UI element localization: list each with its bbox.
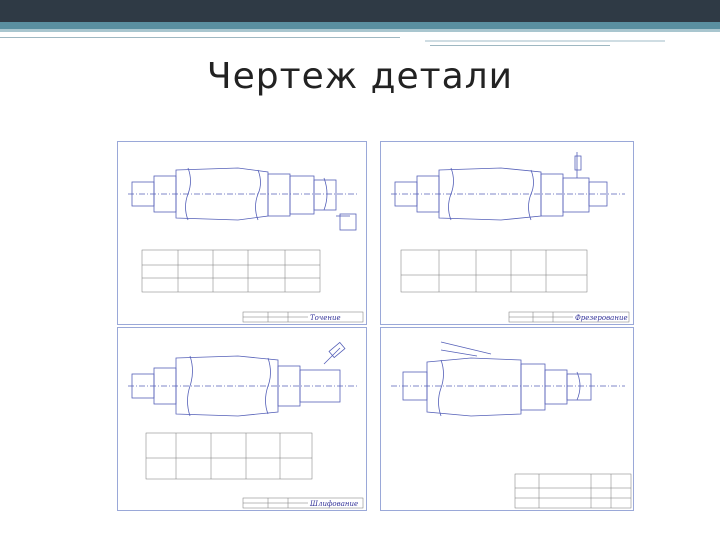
header-rule <box>430 45 610 46</box>
slide-title: Чертеж детали <box>206 56 514 97</box>
drawing-sheet-top-left: Точение <box>117 141 367 325</box>
header-stripe <box>0 22 720 29</box>
drawing-sheet-bottom-left: Шлифование <box>117 327 367 511</box>
drawing-canvas: Фрезерование <box>391 152 630 323</box>
drawing-canvas: Точение <box>128 167 364 323</box>
sheet-stamp: Точение <box>310 314 341 322</box>
sheet-stamp: Фрезерование <box>575 314 628 322</box>
sheet-stamp: Шлифование <box>309 500 358 508</box>
header-stripe-light <box>0 29 720 32</box>
drawing-sheet-top-right: Фрезерование <box>380 141 634 325</box>
drawing-canvas: Шлифование <box>128 341 364 509</box>
header-bar <box>0 0 720 22</box>
drawing-sheet-bottom-right <box>380 327 634 511</box>
drawing-canvas <box>391 341 632 509</box>
header-rule <box>425 40 665 42</box>
header-rule <box>0 37 400 38</box>
